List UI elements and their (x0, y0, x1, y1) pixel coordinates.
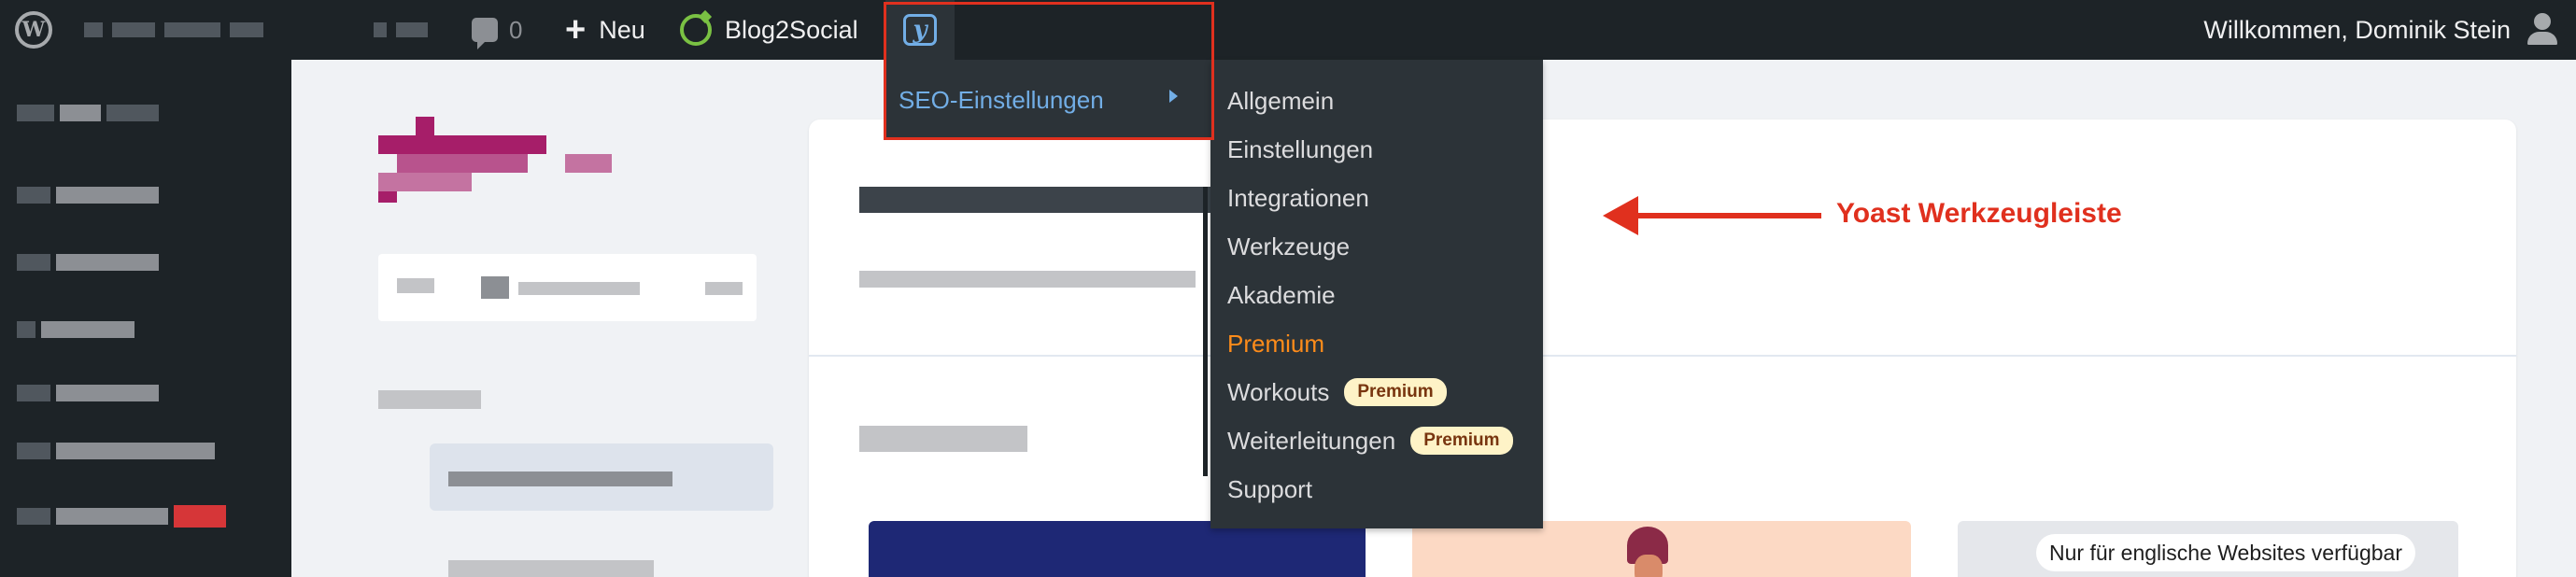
wordpress-logo-icon: W (15, 11, 52, 49)
card-divider (809, 355, 2516, 357)
card-subtitle-pixelated (859, 271, 1196, 288)
submenu-item-workouts[interactable]: Workouts Premium (1227, 373, 1447, 411)
sidebar-item[interactable] (17, 183, 159, 207)
admin-bar: W 0 + Neu Blog2Social y Willkommen, Domi… (0, 0, 2576, 60)
greeting-text[interactable]: Willkommen, Dominik Stein (2203, 0, 2511, 60)
blog2social-icon (680, 14, 712, 46)
blog2social-button[interactable]: Blog2Social (680, 0, 858, 60)
promo-card-2[interactable] (1412, 521, 1911, 577)
card-title-pixelated (859, 187, 1214, 213)
submenu-item-integrationen[interactable]: Integrationen (1227, 179, 1369, 217)
updates-pixelated[interactable] (374, 0, 428, 60)
submenu-item-label: Akademie (1227, 280, 1336, 309)
premium-badge: Premium (1410, 427, 1513, 455)
user-avatar-icon[interactable] (2524, 0, 2561, 60)
submenu-item-label: Einstellungen (1227, 134, 1374, 163)
submenu-item-label: Premium (1227, 329, 1325, 358)
comment-bubble-icon (472, 18, 498, 49)
sidebar-nav-active-item[interactable] (430, 443, 773, 511)
submenu-divider (1203, 187, 1208, 476)
sidebar-nav-item-pixelated[interactable] (448, 560, 654, 577)
submenu-item-support[interactable]: Support (1227, 471, 1312, 508)
wordpress-logo-button[interactable]: W (9, 0, 58, 60)
new-label: Neu (599, 15, 645, 44)
new-content-button[interactable]: + Neu (565, 0, 645, 60)
yoast-brand-logo-pixelated (378, 117, 677, 203)
submenu-item-label: Support (1227, 474, 1313, 503)
sidebar-item[interactable] (17, 381, 159, 405)
submenu-item-allgemein[interactable]: Allgemein (1227, 82, 1334, 120)
sidebar-item[interactable] (17, 101, 159, 125)
submenu-item-label: Werkzeuge (1227, 232, 1351, 260)
submenu-item-einstellungen[interactable]: Einstellungen (1227, 131, 1373, 168)
english-only-badge: Nur für englische Websites verfügbar (2036, 534, 2415, 571)
blog2social-label: Blog2Social (725, 15, 858, 44)
premium-badge: Premium (1344, 378, 1447, 406)
sidebar-item[interactable] (17, 317, 134, 342)
sidebar-item[interactable] (17, 250, 159, 274)
submenu-item-label: Allgemein (1227, 86, 1335, 115)
submenu-item-label: Integrationen (1227, 183, 1369, 212)
submenu-item-werkzeuge[interactable]: Werkzeuge (1227, 228, 1350, 265)
comments-button[interactable]: 0 (472, 0, 522, 60)
sidebar-item[interactable] (17, 439, 215, 463)
illustration-face (1635, 555, 1663, 577)
submenu-item-label: Workouts (1227, 377, 1330, 406)
sidebar-nav-item-pixelated[interactable] (378, 390, 481, 409)
submenu-item-weiterleitungen[interactable]: Weiterleitungen Premium (1227, 422, 1513, 459)
section-heading-pixelated (859, 426, 1027, 452)
annotation-highlight-box (884, 2, 1214, 140)
comments-count: 0 (509, 15, 523, 44)
promo-card-1[interactable] (869, 521, 1366, 577)
submenu-item-akademie[interactable]: Akademie (1227, 276, 1336, 314)
submenu-item-label: Weiterleitungen (1227, 426, 1396, 455)
submenu-item-premium[interactable]: Premium (1227, 325, 1324, 362)
annotation-arrow-shaft (1635, 213, 1821, 218)
sidebar-item[interactable] (17, 504, 226, 528)
plus-icon: + (565, 10, 587, 49)
search-input-pixelated[interactable] (378, 254, 757, 321)
annotation-label: Yoast Werkzeugleiste (1836, 198, 2122, 229)
site-name-pixelated[interactable] (84, 0, 263, 60)
left-arrow-annotation-icon (1603, 196, 1638, 235)
